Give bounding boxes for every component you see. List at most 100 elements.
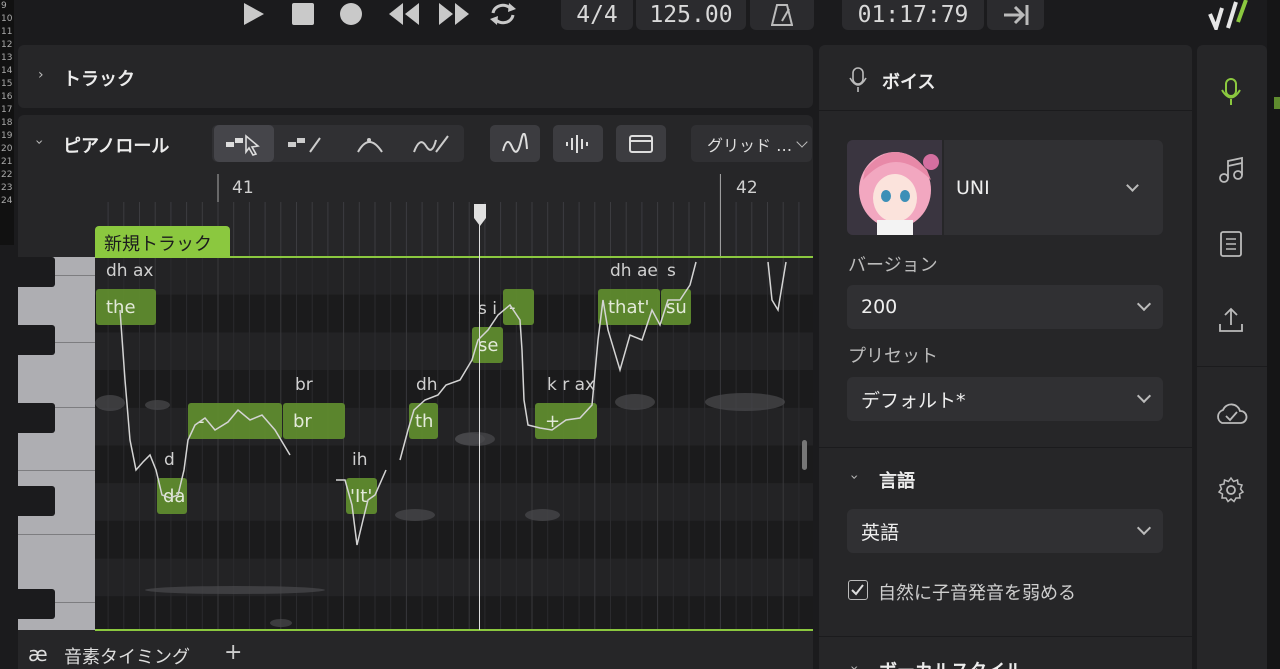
select-tool-button[interactable] — [214, 125, 274, 162]
phoneme-timing-icon: æ — [28, 642, 48, 666]
follow-playhead-button[interactable] — [987, 0, 1044, 30]
ruler-digit: 12 — [1, 40, 13, 50]
waveform-blob — [145, 400, 170, 410]
ruler-digit: 18 — [1, 118, 13, 128]
waveform-blob — [455, 433, 485, 445]
preset-value: デフォルト* — [861, 389, 966, 412]
preset-dropdown[interactable]: デフォルト* — [847, 377, 1163, 421]
app-logo — [1206, 0, 1256, 34]
rewind-icon[interactable] — [386, 0, 422, 28]
collapse-icon[interactable]: › — [846, 665, 862, 669]
upload-icon[interactable] — [1213, 302, 1249, 338]
metronome-button[interactable] — [750, 0, 814, 30]
piano-roll-title[interactable]: ピアノロール — [63, 132, 169, 158]
chevron-down-icon — [1136, 520, 1152, 536]
check-icon — [851, 584, 864, 596]
play-icon[interactable] — [240, 0, 266, 28]
avatar-divider — [942, 140, 944, 235]
tempo-display[interactable]: 125.00 — [636, 0, 746, 30]
music-note-icon[interactable] — [1213, 152, 1249, 188]
pencil-tool-icon — [288, 136, 321, 153]
note-grid[interactable] — [95, 257, 813, 630]
time-signature[interactable]: 4/4 — [561, 0, 633, 30]
loop-icon[interactable] — [486, 0, 520, 28]
settings-icon[interactable] — [1213, 472, 1249, 508]
phoneme-timing-tab[interactable]: 音素タイミング — [64, 643, 190, 669]
select-tool-icon — [226, 133, 260, 156]
preset-label: プリセット — [848, 346, 938, 367]
grid-dropdown[interactable]: グリッド … — [691, 125, 812, 162]
bottom-tab-bar: æ 音素タイミング + — [18, 640, 813, 669]
track-top-line — [95, 256, 813, 258]
vertical-scrollbar[interactable] — [802, 440, 807, 470]
microphone-icon[interactable] — [1213, 74, 1249, 110]
ruler-digit: 10 — [1, 14, 13, 24]
white-key-edge — [18, 534, 95, 535]
metronome-icon — [771, 4, 793, 26]
collapse-icon[interactable]: › — [846, 474, 862, 480]
record-icon[interactable] — [338, 0, 364, 28]
section-divider — [819, 447, 1192, 448]
clapperboard-icon — [629, 134, 653, 153]
collapse-icon[interactable]: › — [31, 139, 47, 145]
track-name: 新規トラック — [104, 234, 212, 255]
black-key[interactable] — [18, 257, 55, 287]
tracks-title[interactable]: トラック — [63, 65, 135, 91]
black-key[interactable] — [18, 403, 55, 433]
cloud-icon[interactable] — [1213, 396, 1249, 432]
black-key[interactable] — [18, 486, 55, 516]
pitch-pencil-icon — [413, 134, 449, 153]
consonant-checkbox-label[interactable]: 自然に子音発音を弱める — [878, 579, 1076, 605]
piano-keyboard[interactable] — [18, 257, 95, 630]
waveform-icon — [566, 134, 588, 153]
ruler-digit: 20 — [1, 144, 13, 154]
waveform-blob — [270, 619, 292, 627]
white-key-edge — [18, 470, 95, 471]
pitch-curve-tool-button[interactable] — [340, 125, 400, 162]
ruler-digit: 15 — [1, 79, 13, 89]
consonant-checkbox[interactable] — [848, 580, 868, 600]
microphone-icon — [849, 67, 867, 92]
bar-number: 41 — [232, 178, 254, 198]
waveform-blob — [395, 509, 435, 521]
ruler-digit: 9 — [1, 1, 7, 11]
app-window: 9 10 11 12 13 14 15 16 17 18 19 20 21 22… — [0, 0, 1280, 669]
playhead-handle[interactable] — [472, 202, 488, 228]
black-key[interactable] — [18, 589, 55, 619]
ruler-digit: 23 — [1, 183, 13, 193]
pencil-tool-button[interactable] — [276, 125, 336, 162]
voice-selector[interactable]: UNI — [847, 140, 1163, 235]
voice-title: ボイス — [882, 72, 936, 93]
ruler-digit: 13 — [1, 53, 13, 63]
show-pitch-button[interactable] — [490, 125, 540, 162]
chevron-down-icon — [1136, 388, 1152, 404]
waveform-blob — [145, 586, 325, 594]
black-key[interactable] — [18, 325, 55, 355]
expand-icon[interactable]: › — [38, 67, 44, 83]
time-display[interactable]: 01:17:79 — [842, 0, 984, 30]
waveform-blob — [615, 394, 655, 410]
show-waveform-button[interactable] — [553, 125, 603, 162]
language-dropdown[interactable]: 英語 — [847, 509, 1163, 553]
avatar — [847, 140, 942, 235]
bar-number: 42 — [736, 178, 758, 198]
chevron-down-icon — [1126, 178, 1139, 192]
pitch-pencil-tool-button[interactable] — [402, 125, 462, 162]
ruler-digit: 11 — [1, 27, 13, 37]
stop-icon[interactable] — [290, 0, 316, 28]
voice-panel-divider — [819, 110, 1192, 111]
follow-playhead-icon — [1003, 5, 1028, 25]
playhead-line — [479, 218, 480, 630]
track-name-tag[interactable]: 新規トラック — [95, 226, 230, 257]
ruler-digit: 14 — [1, 66, 13, 76]
show-video-button[interactable] — [616, 125, 666, 162]
section-divider — [819, 636, 1192, 637]
left-ruler: 9 10 11 12 13 14 15 16 17 18 19 20 21 22… — [0, 0, 14, 245]
version-dropdown[interactable]: 200 — [847, 285, 1163, 329]
ruler-digit: 17 — [1, 105, 13, 115]
add-tab-button[interactable]: + — [224, 640, 242, 665]
language-section-title[interactable]: 言語 — [879, 467, 915, 493]
vocal-style-section-title[interactable]: ボーカルスタイル — [879, 657, 1023, 669]
book-icon[interactable] — [1213, 226, 1249, 262]
fast-forward-icon[interactable] — [436, 0, 472, 28]
